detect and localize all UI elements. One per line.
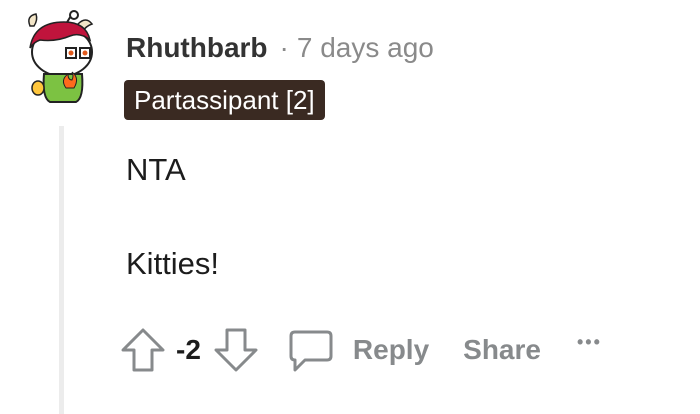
comment-timestamp[interactable]: 7 days ago	[297, 32, 434, 64]
more-options-button[interactable]: •••	[577, 314, 602, 370]
comment-body-line: NTA	[126, 152, 186, 187]
thread-collapse-line[interactable]	[59, 126, 64, 414]
speech-bubble-icon	[289, 330, 333, 372]
comment-action-bar: -2 Reply Share •••	[118, 322, 602, 378]
user-flair-badge: Partassipant [2]	[124, 80, 325, 120]
upvote-button[interactable]	[118, 325, 168, 375]
share-button[interactable]: Share	[463, 334, 541, 366]
snoo-avatar-icon	[28, 10, 94, 103]
reply-button[interactable]: Reply	[287, 326, 429, 374]
arrow-up-icon	[121, 328, 165, 372]
ellipsis-icon: •••	[576, 331, 602, 352]
user-avatar[interactable]	[20, 10, 104, 106]
arrow-down-icon	[214, 328, 258, 372]
comment-body-line: Kitties!	[126, 246, 220, 281]
comment-header: Rhuthbarb · 7 days ago	[126, 28, 434, 68]
meta-separator: ·	[279, 32, 289, 63]
reply-label: Reply	[352, 334, 430, 365]
author-username[interactable]: Rhuthbarb	[126, 32, 268, 64]
vote-count: -2	[176, 334, 201, 365]
downvote-button[interactable]	[211, 325, 261, 375]
